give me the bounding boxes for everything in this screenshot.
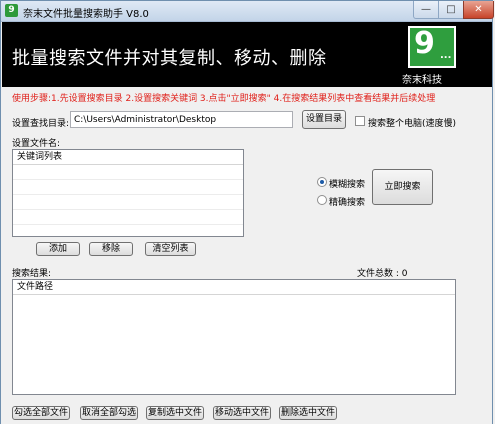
select-all-files-button[interactable]: 勾选全部文件 [12,406,70,420]
list-item [13,180,243,195]
move-selected-button[interactable]: 移动选中文件 [213,406,271,420]
close-button[interactable]: ✕ [463,1,494,19]
exact-search-label: 精确搜索 [329,198,366,208]
copy-selected-button[interactable]: 复制选中文件 [146,406,204,420]
logo-glyph: 9 [414,26,435,61]
list-item [13,210,243,225]
window-title: 奈末文件批量搜索助手 V8.0 [23,9,149,20]
file-total-value: 0 [401,269,408,279]
keyword-list[interactable]: 关键词列表 [12,149,244,237]
list-item [13,195,243,210]
filename-label: 设置文件名: [12,139,61,149]
results-label: 搜索结果: [12,269,52,279]
deselect-all-button[interactable]: 取消全部勾选 [80,406,138,420]
fuzzy-search-label: 模糊搜索 [329,180,366,190]
results-list-header: 文件路径 [13,280,455,295]
minimize-icon: — [421,4,431,15]
usage-instructions: 使用步骤:1.先设置搜索目录 2.设置搜索关键词 3.点击"立即搜索" 4.在搜… [12,94,436,104]
search-dir-input[interactable] [70,111,293,128]
exact-search-radio[interactable] [317,195,327,205]
clear-list-button[interactable]: 清空列表 [145,242,196,256]
file-total-label: 文件总数 : 0 [357,266,408,279]
minimize-button[interactable]: — [413,1,439,19]
app-icon: 9 [5,4,18,17]
logo-dots: ... [440,50,452,61]
banner-title: 批量搜索文件并对其复制、移动、删除 [12,48,327,69]
keyword-list-header: 关键词列表 [13,150,243,165]
whole-pc-label: 搜索整个电脑(速度慢) [368,119,457,129]
close-icon: ✕ [474,4,483,15]
search-now-button[interactable]: 立即搜索 [372,169,433,205]
fuzzy-search-radio[interactable] [317,177,327,187]
main-window: 9 奈末文件批量搜索助手 V8.0 — □ ✕ 批量搜索文件并对其复制、移动、删… [0,0,494,424]
title-bar[interactable]: 9 奈末文件批量搜索助手 V8.0 — □ ✕ [1,1,494,22]
results-list[interactable]: 文件路径 [12,279,456,395]
logo: 9 ... [408,26,456,68]
file-total-text: 文件总数 : [357,269,399,279]
remove-keyword-button[interactable]: 移除 [89,242,133,256]
whole-pc-checkbox[interactable] [355,116,365,126]
set-directory-button[interactable]: 设置目录 [302,110,346,129]
logo-text: 奈末科技 [402,75,442,86]
maximize-icon: □ [446,4,456,15]
delete-selected-button[interactable]: 删除选中文件 [279,406,337,420]
list-item [13,165,243,180]
add-keyword-button[interactable]: 添加 [36,242,80,256]
search-dir-label: 设置查找目录: [12,119,70,129]
maximize-button[interactable]: □ [438,1,464,19]
banner: 批量搜索文件并对其复制、移动、删除 9 ... 奈末科技 [2,22,492,87]
